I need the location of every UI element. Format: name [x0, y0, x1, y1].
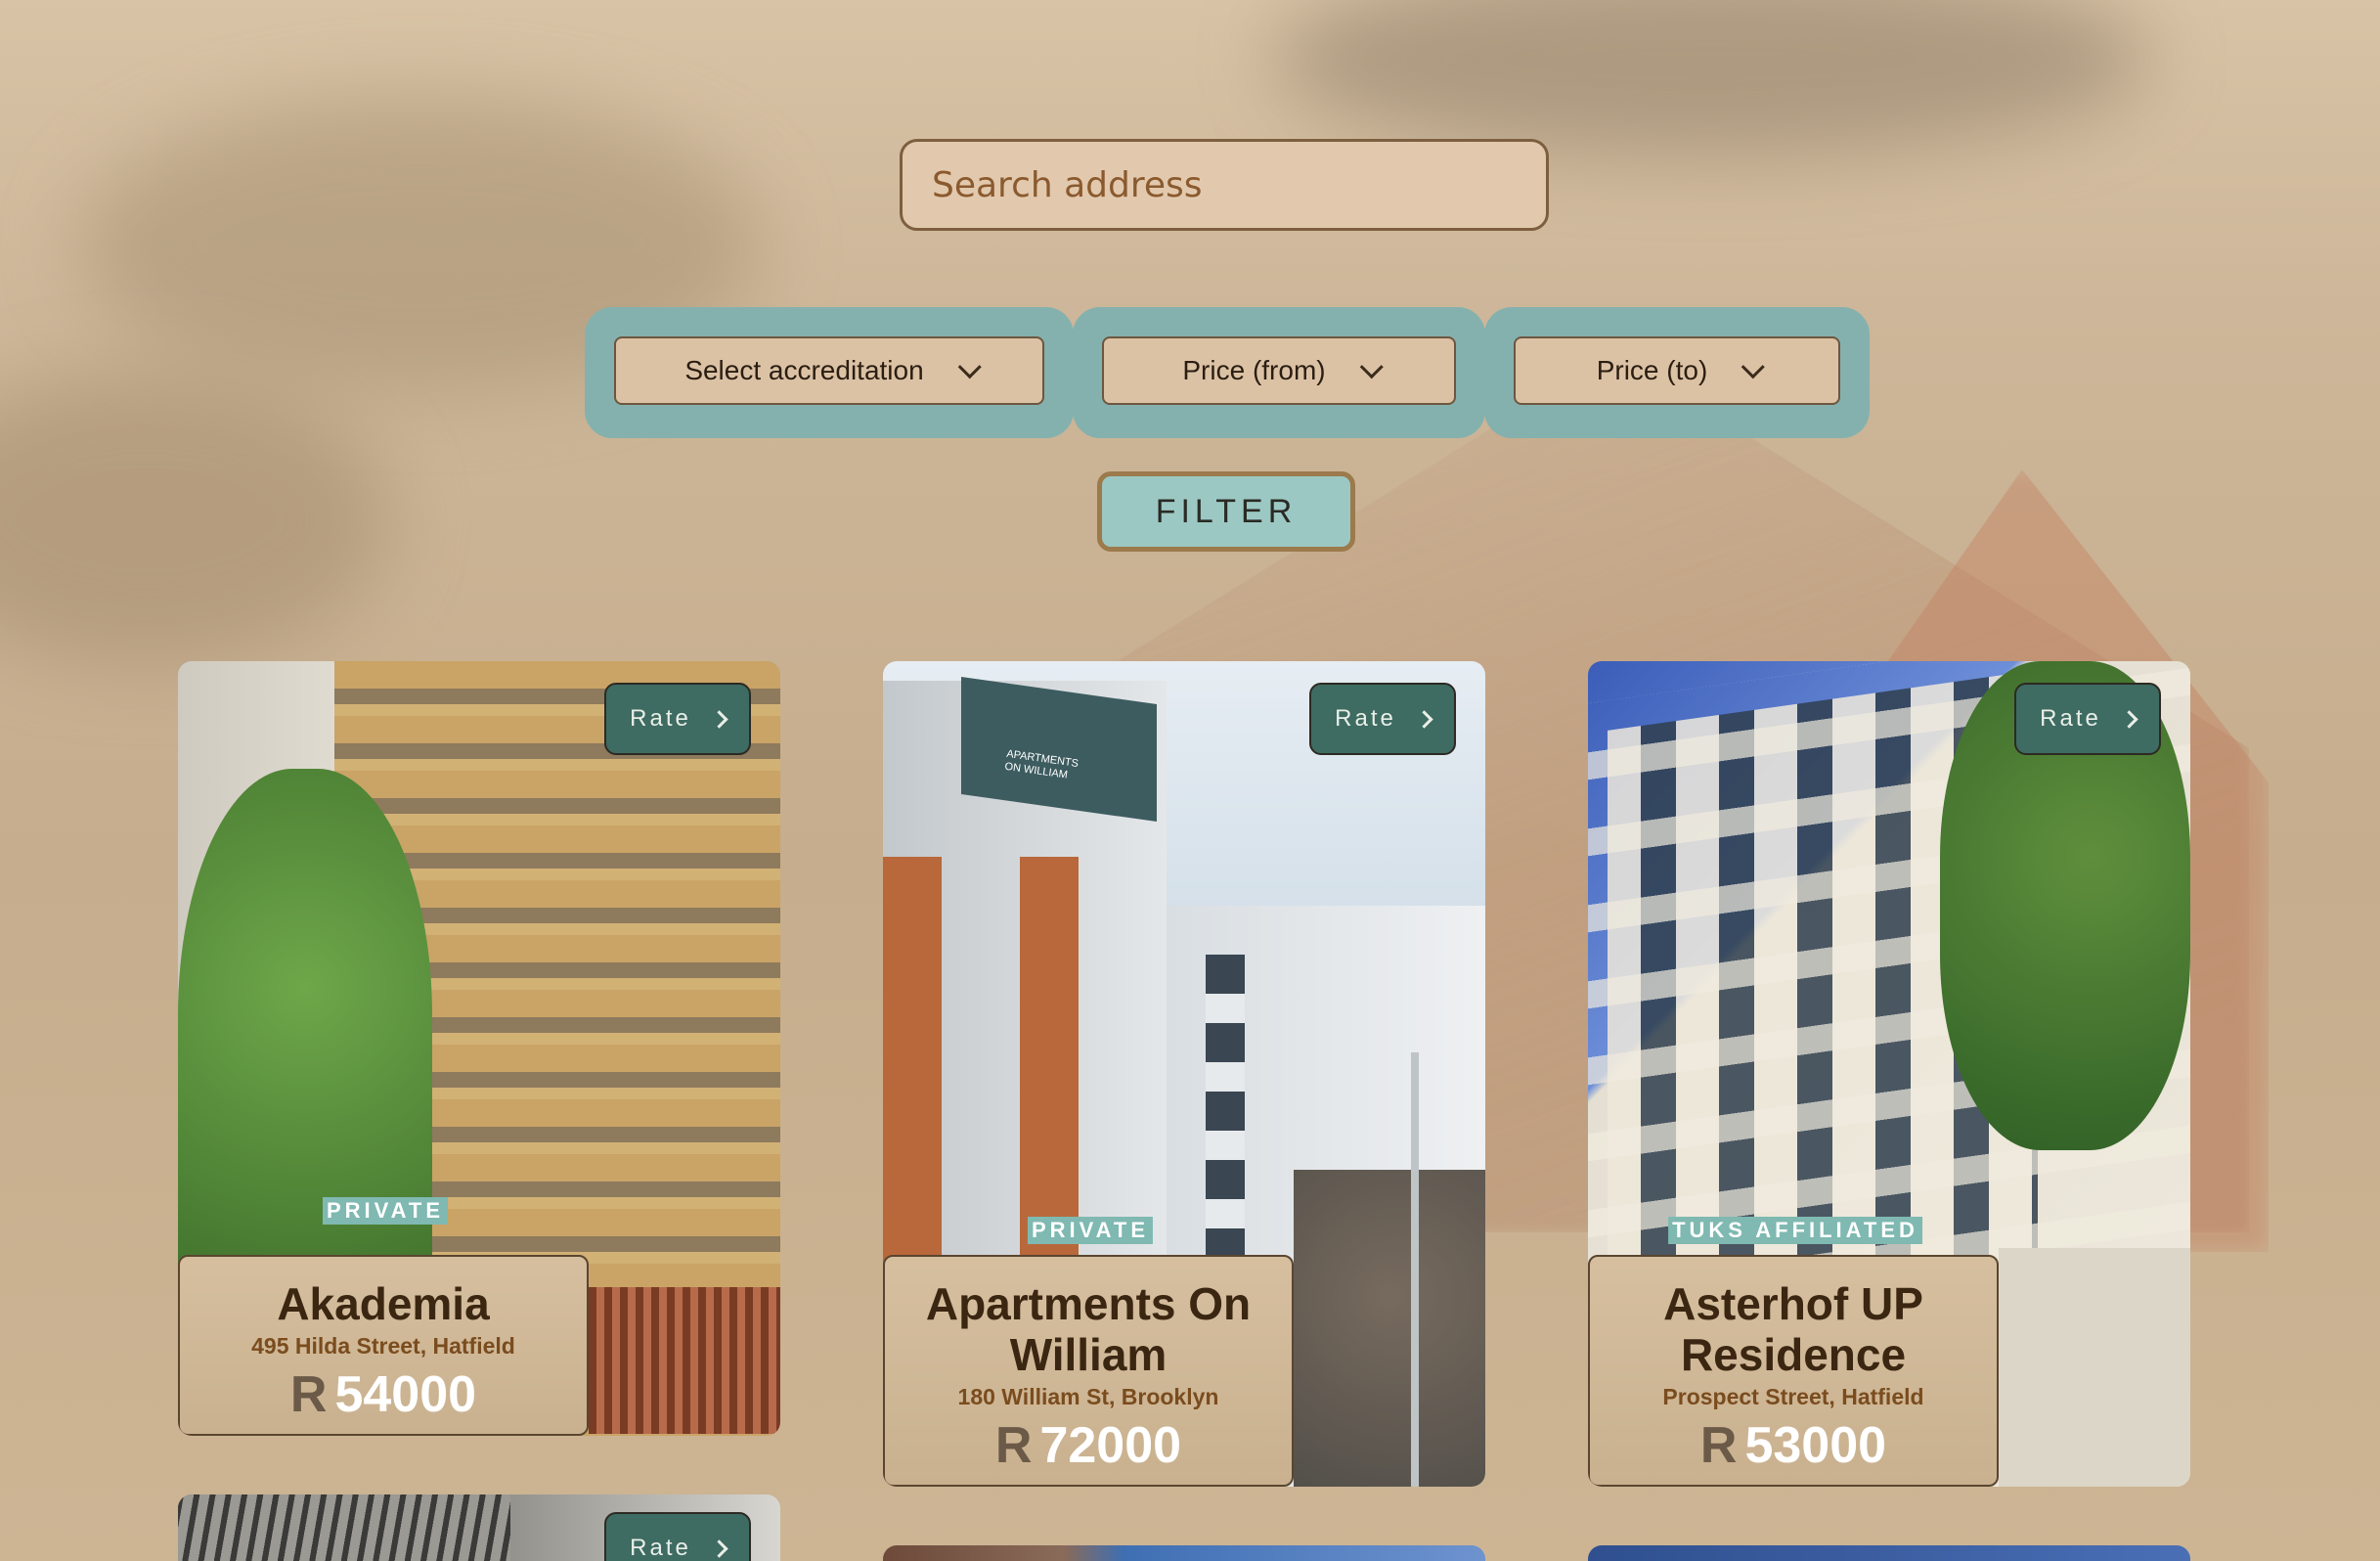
- price-to-select[interactable]: Price (to): [1514, 336, 1840, 405]
- chevron-right-icon: [710, 709, 728, 729]
- listing-address: 495 Hilda Street, Hatfield: [251, 1333, 515, 1359]
- price-to-select-label: Price (to): [1596, 355, 1708, 385]
- listing-address: 180 William St, Brooklyn: [957, 1384, 1219, 1409]
- listing-name: Asterhof UP Residence: [1663, 1278, 1923, 1380]
- search-box[interactable]: [900, 139, 1549, 231]
- listing-name: Akademia: [277, 1278, 490, 1329]
- accreditation-badge: TUKS AFFILIATED: [1668, 1217, 1922, 1244]
- currency-symbol: R: [1699, 1417, 1738, 1474]
- listing-photo: [883, 1545, 1485, 1561]
- rate-button-label: Rate: [630, 1535, 691, 1561]
- rate-button-label: Rate: [630, 705, 691, 732]
- rate-button-label: Rate: [1335, 705, 1396, 732]
- listing-name: Apartments On William: [925, 1278, 1252, 1380]
- listing-photo: [1588, 1545, 2190, 1561]
- listing-info: Asterhof UP Residence Prospect Street, H…: [1588, 1255, 1999, 1487]
- price-value: 54000: [334, 1366, 477, 1423]
- listing-price: R 53000: [1600, 1416, 1987, 1475]
- accreditation-select-wrapper: Select accreditation: [585, 307, 1074, 438]
- chevron-down-icon: [1741, 354, 1766, 379]
- chevron-right-icon: [1415, 709, 1433, 729]
- listing-card[interactable]: Rate: [178, 1494, 780, 1561]
- price-from-select-wrapper: Price (from): [1073, 307, 1485, 438]
- price-from-select-label: Price (from): [1182, 355, 1326, 385]
- listing-card[interactable]: [883, 1545, 1485, 1561]
- rate-button[interactable]: Rate: [2014, 683, 2161, 755]
- listing-info: Apartments On William 180 William St, Br…: [883, 1255, 1294, 1487]
- currency-symbol: R: [994, 1417, 1033, 1474]
- chevron-right-icon: [710, 1539, 728, 1558]
- search-input[interactable]: [930, 163, 1546, 206]
- filter-button[interactable]: FILTER: [1097, 471, 1355, 552]
- listing-card[interactable]: [1588, 1545, 2190, 1561]
- listing-address: Prospect Street, Hatfield: [1662, 1384, 1924, 1409]
- listing-card[interactable]: APARTMENTS ON WILLIAM Rate PRIVATE Apart…: [883, 661, 1485, 1487]
- rate-button[interactable]: Rate: [604, 1512, 751, 1561]
- accreditation-badge: PRIVATE: [322, 1197, 449, 1225]
- rate-button[interactable]: Rate: [1309, 683, 1456, 755]
- rate-button-label: Rate: [2040, 705, 2101, 732]
- currency-symbol: R: [289, 1366, 328, 1423]
- price-to-select-wrapper: Price (to): [1484, 307, 1870, 438]
- chevron-down-icon: [1359, 354, 1384, 379]
- price-value: 72000: [1039, 1417, 1182, 1474]
- listing-card[interactable]: Rate PRIVATE Akademia 495 Hilda Street, …: [178, 661, 780, 1436]
- listing-info: Akademia 495 Hilda Street, Hatfield R 540…: [178, 1255, 589, 1436]
- price-value: 53000: [1744, 1417, 1887, 1474]
- chevron-right-icon: [2120, 709, 2138, 729]
- accreditation-badge: PRIVATE: [1027, 1217, 1154, 1244]
- listing-card[interactable]: Rate TUKS AFFILIATED Asterhof UP Residen…: [1588, 661, 2190, 1487]
- accreditation-select[interactable]: Select accreditation: [614, 336, 1044, 405]
- listing-price: R 54000: [190, 1365, 577, 1424]
- listing-price: R 72000: [895, 1416, 1282, 1475]
- price-from-select[interactable]: Price (from): [1102, 336, 1456, 405]
- chevron-down-icon: [957, 354, 982, 379]
- rate-button[interactable]: Rate: [604, 683, 751, 755]
- accreditation-select-label: Select accreditation: [684, 355, 924, 385]
